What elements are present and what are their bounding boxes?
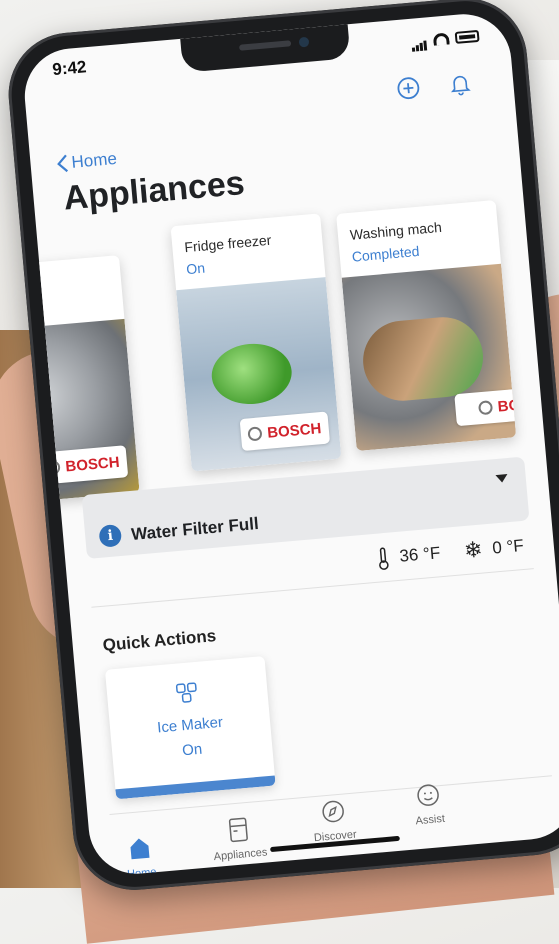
- fridge-temperature: 36 °F: [398, 543, 442, 566]
- notifications-button[interactable]: [446, 70, 474, 98]
- status-indicators: [410, 26, 480, 52]
- tab-label: Appliances: [213, 846, 268, 864]
- bosch-logo-icon: [247, 426, 263, 442]
- chevron-down-icon[interactable]: [495, 474, 509, 484]
- brand-text: BOSCH: [64, 453, 121, 475]
- freezer-temperature: 0 °F: [491, 535, 525, 558]
- info-icon: i: [98, 523, 123, 548]
- status-time: 9:42: [51, 57, 88, 80]
- front-camera: [298, 36, 310, 48]
- compass-icon: [287, 795, 379, 829]
- plus-icon: [397, 77, 420, 100]
- add-button[interactable]: [394, 74, 422, 102]
- signal-icon: [410, 30, 428, 52]
- appliance-status: On: [185, 259, 206, 278]
- brand-text: BOSCH: [266, 419, 323, 442]
- appliance-card-washer[interactable]: Washing mach Completed BO: [336, 200, 517, 452]
- quick-action-ice-maker[interactable]: Ice Maker On: [104, 655, 276, 800]
- speaker: [238, 40, 292, 51]
- brand-text: BO: [497, 396, 517, 416]
- bell-icon: [450, 75, 471, 96]
- alert-text: Water Filter Full: [130, 513, 260, 545]
- header-actions: [394, 70, 474, 103]
- divider: [91, 568, 534, 608]
- appliance-name: Washing mach: [349, 218, 443, 243]
- appliance-icon: [192, 813, 284, 847]
- temperature-readout: 36 °F ❄ 0 °F: [377, 533, 525, 572]
- tab-assist[interactable]: Assist: [382, 778, 475, 830]
- appliance-name: Fridge freezer: [183, 231, 272, 256]
- battery-icon: [454, 29, 480, 44]
- phone-screen: 9:42 Home Appliances pleted BOSCH Fridge…: [20, 10, 559, 878]
- smiley-icon: [382, 778, 474, 812]
- brand-badge: BO: [454, 386, 517, 427]
- page-title: Appliances: [62, 163, 247, 218]
- quick-action-status: On: [181, 740, 203, 760]
- back-button[interactable]: Home: [56, 149, 118, 174]
- quick-actions-title: Quick Actions: [101, 626, 217, 655]
- lettuce-image: [209, 340, 295, 408]
- laundry-image: [359, 313, 487, 405]
- quick-action-status-bar: [115, 775, 276, 800]
- phone: 9:42 Home Appliances pleted BOSCH Fridge…: [3, 0, 559, 896]
- appliance-status: Completed: [351, 242, 421, 265]
- back-label: Home: [70, 148, 118, 172]
- tab-appliances[interactable]: Appliances: [192, 813, 285, 865]
- wifi-icon: [432, 32, 450, 46]
- chevron-left-icon: [57, 154, 69, 173]
- home-icon: [94, 832, 186, 866]
- appliance-carousel[interactable]: pleted BOSCH Fridge freezer On BOSCH Was…: [20, 196, 545, 506]
- snowflake-icon: ❄: [463, 536, 484, 564]
- appliance-status: pleted: [20, 299, 24, 319]
- thermometer-icon: [379, 547, 389, 570]
- bosch-logo-icon: [478, 400, 494, 416]
- appliance-card-fridge[interactable]: Fridge freezer On BOSCH: [170, 213, 342, 472]
- tab-label: Assist: [415, 812, 446, 828]
